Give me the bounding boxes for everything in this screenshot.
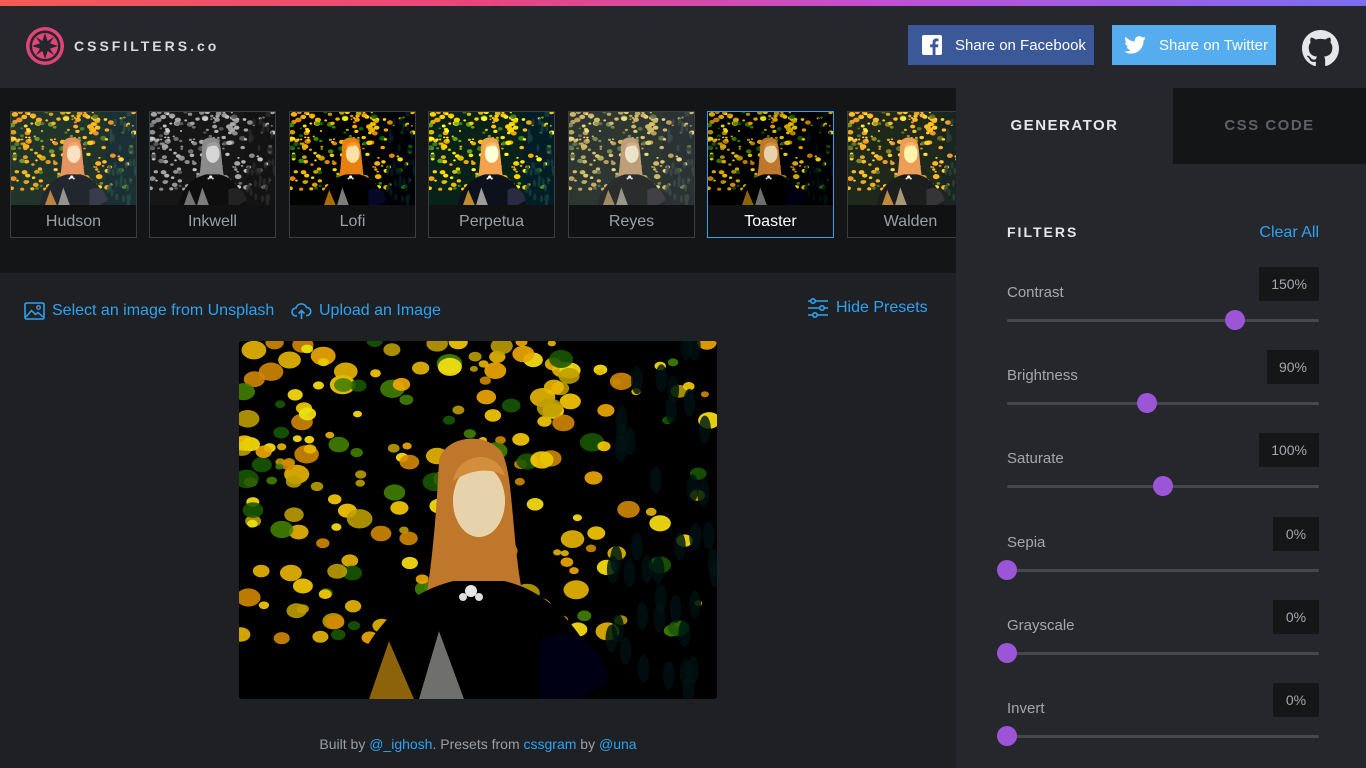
twitter-icon bbox=[1124, 34, 1146, 56]
preset-inkwell[interactable]: Inkwell bbox=[149, 111, 276, 238]
preset-label: Toaster bbox=[744, 213, 797, 230]
slider-thumb[interactable] bbox=[1224, 310, 1245, 330]
presets-strip: Hudson Inkwell Lofi Perpetua Reyes Toast… bbox=[0, 88, 956, 273]
preset-thumbnail bbox=[708, 112, 833, 205]
main-editor-area: Select an image from Unsplash Upload an … bbox=[0, 273, 956, 768]
github-icon[interactable] bbox=[1302, 30, 1339, 67]
tab-generator[interactable]: GENERATOR bbox=[956, 88, 1173, 164]
filter-value: 150% bbox=[1259, 267, 1319, 301]
footer-text: Built by bbox=[319, 736, 370, 752]
share-twitter-button[interactable]: Share on Twitter bbox=[1112, 25, 1276, 65]
filter-value: 100% bbox=[1259, 433, 1319, 467]
share-twitter-label: Share on Twitter bbox=[1159, 36, 1268, 54]
hide-presets-link[interactable]: Hide Presets bbox=[807, 298, 928, 318]
slider-thumb[interactable] bbox=[997, 643, 1017, 663]
hide-presets-label: Hide Presets bbox=[836, 299, 928, 316]
slider-track[interactable] bbox=[1007, 735, 1319, 738]
upload-image-link[interactable]: Upload an Image bbox=[291, 302, 441, 320]
preset-thumbnail bbox=[11, 112, 136, 205]
preview-image bbox=[239, 341, 717, 699]
filter-grayscale: Grayscale 0% bbox=[997, 600, 1319, 680]
preset-label: Hudson bbox=[45, 213, 102, 230]
preset-label: Reyes bbox=[608, 213, 655, 230]
preset-thumbnail bbox=[150, 112, 275, 205]
preset-label: Lofi bbox=[339, 213, 366, 230]
unsplash-link-label: Select an image from Unsplash bbox=[52, 302, 275, 319]
slider-track[interactable] bbox=[1007, 652, 1319, 655]
preset-label: Walden bbox=[883, 213, 938, 230]
preset-hudson[interactable]: Hudson bbox=[10, 111, 137, 238]
tab-css-code[interactable]: CSS CODE bbox=[1173, 88, 1366, 164]
cloud-upload-icon bbox=[291, 303, 312, 319]
filter-value: 0% bbox=[1273, 517, 1319, 551]
preset-thumbnail bbox=[290, 112, 415, 205]
filter-label: Brightness bbox=[1007, 367, 1078, 384]
filter-invert: Invert 0% bbox=[997, 683, 1319, 763]
slider-thumb[interactable] bbox=[1137, 393, 1158, 413]
filters-heading: FILTERS bbox=[1007, 224, 1079, 240]
slider-thumb[interactable] bbox=[997, 560, 1017, 580]
clear-all-button[interactable]: Clear All bbox=[1259, 224, 1319, 242]
filter-sepia: Sepia 0% bbox=[997, 517, 1319, 597]
author-link[interactable]: @_ighosh bbox=[369, 736, 432, 752]
share-facebook-button[interactable]: Share on Facebook bbox=[908, 25, 1094, 65]
una-link[interactable]: @una bbox=[599, 736, 637, 752]
filter-saturate: Saturate 100% bbox=[1007, 433, 1319, 513]
slider-thumb[interactable] bbox=[997, 726, 1017, 746]
preset-label: Inkwell bbox=[188, 213, 237, 230]
upload-image-label: Upload an Image bbox=[319, 302, 441, 319]
filter-value: 0% bbox=[1273, 600, 1319, 634]
facebook-icon bbox=[921, 34, 943, 56]
filter-label: Invert bbox=[1007, 700, 1045, 717]
preset-thumbnail bbox=[848, 112, 956, 205]
footer-text: by bbox=[576, 736, 599, 752]
sliders-icon bbox=[808, 298, 828, 318]
image-icon bbox=[24, 302, 45, 320]
preset-toaster[interactable]: Toaster bbox=[707, 111, 834, 238]
preset-label: Perpetua bbox=[459, 213, 524, 230]
preset-reyes[interactable]: Reyes bbox=[568, 111, 695, 238]
preset-walden[interactable]: Walden bbox=[847, 111, 956, 238]
footer-credits: Built by @_ighosh. Presets from cssgram … bbox=[0, 736, 956, 752]
filter-label: Grayscale bbox=[1007, 617, 1075, 634]
header: CSSFILTERS.co Share on Facebook Share on… bbox=[0, 6, 1366, 88]
share-facebook-label: Share on Facebook bbox=[955, 36, 1086, 54]
aperture-logo-icon bbox=[26, 27, 64, 65]
preset-lofi[interactable]: Lofi bbox=[289, 111, 416, 238]
slider-track[interactable] bbox=[1007, 402, 1319, 405]
filter-label: Saturate bbox=[1007, 450, 1064, 467]
preset-thumbnail bbox=[569, 112, 694, 205]
slider-track[interactable] bbox=[1007, 319, 1319, 322]
cssgram-link[interactable]: cssgram bbox=[524, 736, 577, 752]
generator-sidebar: GENERATOR CSS CODE FILTERS Clear All Con… bbox=[956, 88, 1366, 768]
preset-perpetua[interactable]: Perpetua bbox=[428, 111, 555, 238]
filter-value: 90% bbox=[1266, 350, 1319, 384]
preset-thumbnail bbox=[429, 112, 554, 205]
unsplash-link[interactable]: Select an image from Unsplash bbox=[24, 302, 274, 320]
slider-track[interactable] bbox=[1007, 569, 1319, 572]
filter-brightness: Brightness 90% bbox=[1007, 350, 1319, 430]
filter-contrast: Contrast 150% bbox=[1007, 267, 1319, 347]
footer-text: . Presets from bbox=[432, 736, 524, 752]
logo[interactable]: CSSFILTERS.co bbox=[25, 26, 219, 66]
filter-label: Contrast bbox=[1007, 284, 1064, 301]
brand-name: CSSFILTERS.co bbox=[74, 38, 220, 54]
filter-label: Sepia bbox=[1007, 534, 1046, 551]
slider-thumb[interactable] bbox=[1153, 476, 1173, 496]
filter-value: 0% bbox=[1273, 683, 1319, 717]
